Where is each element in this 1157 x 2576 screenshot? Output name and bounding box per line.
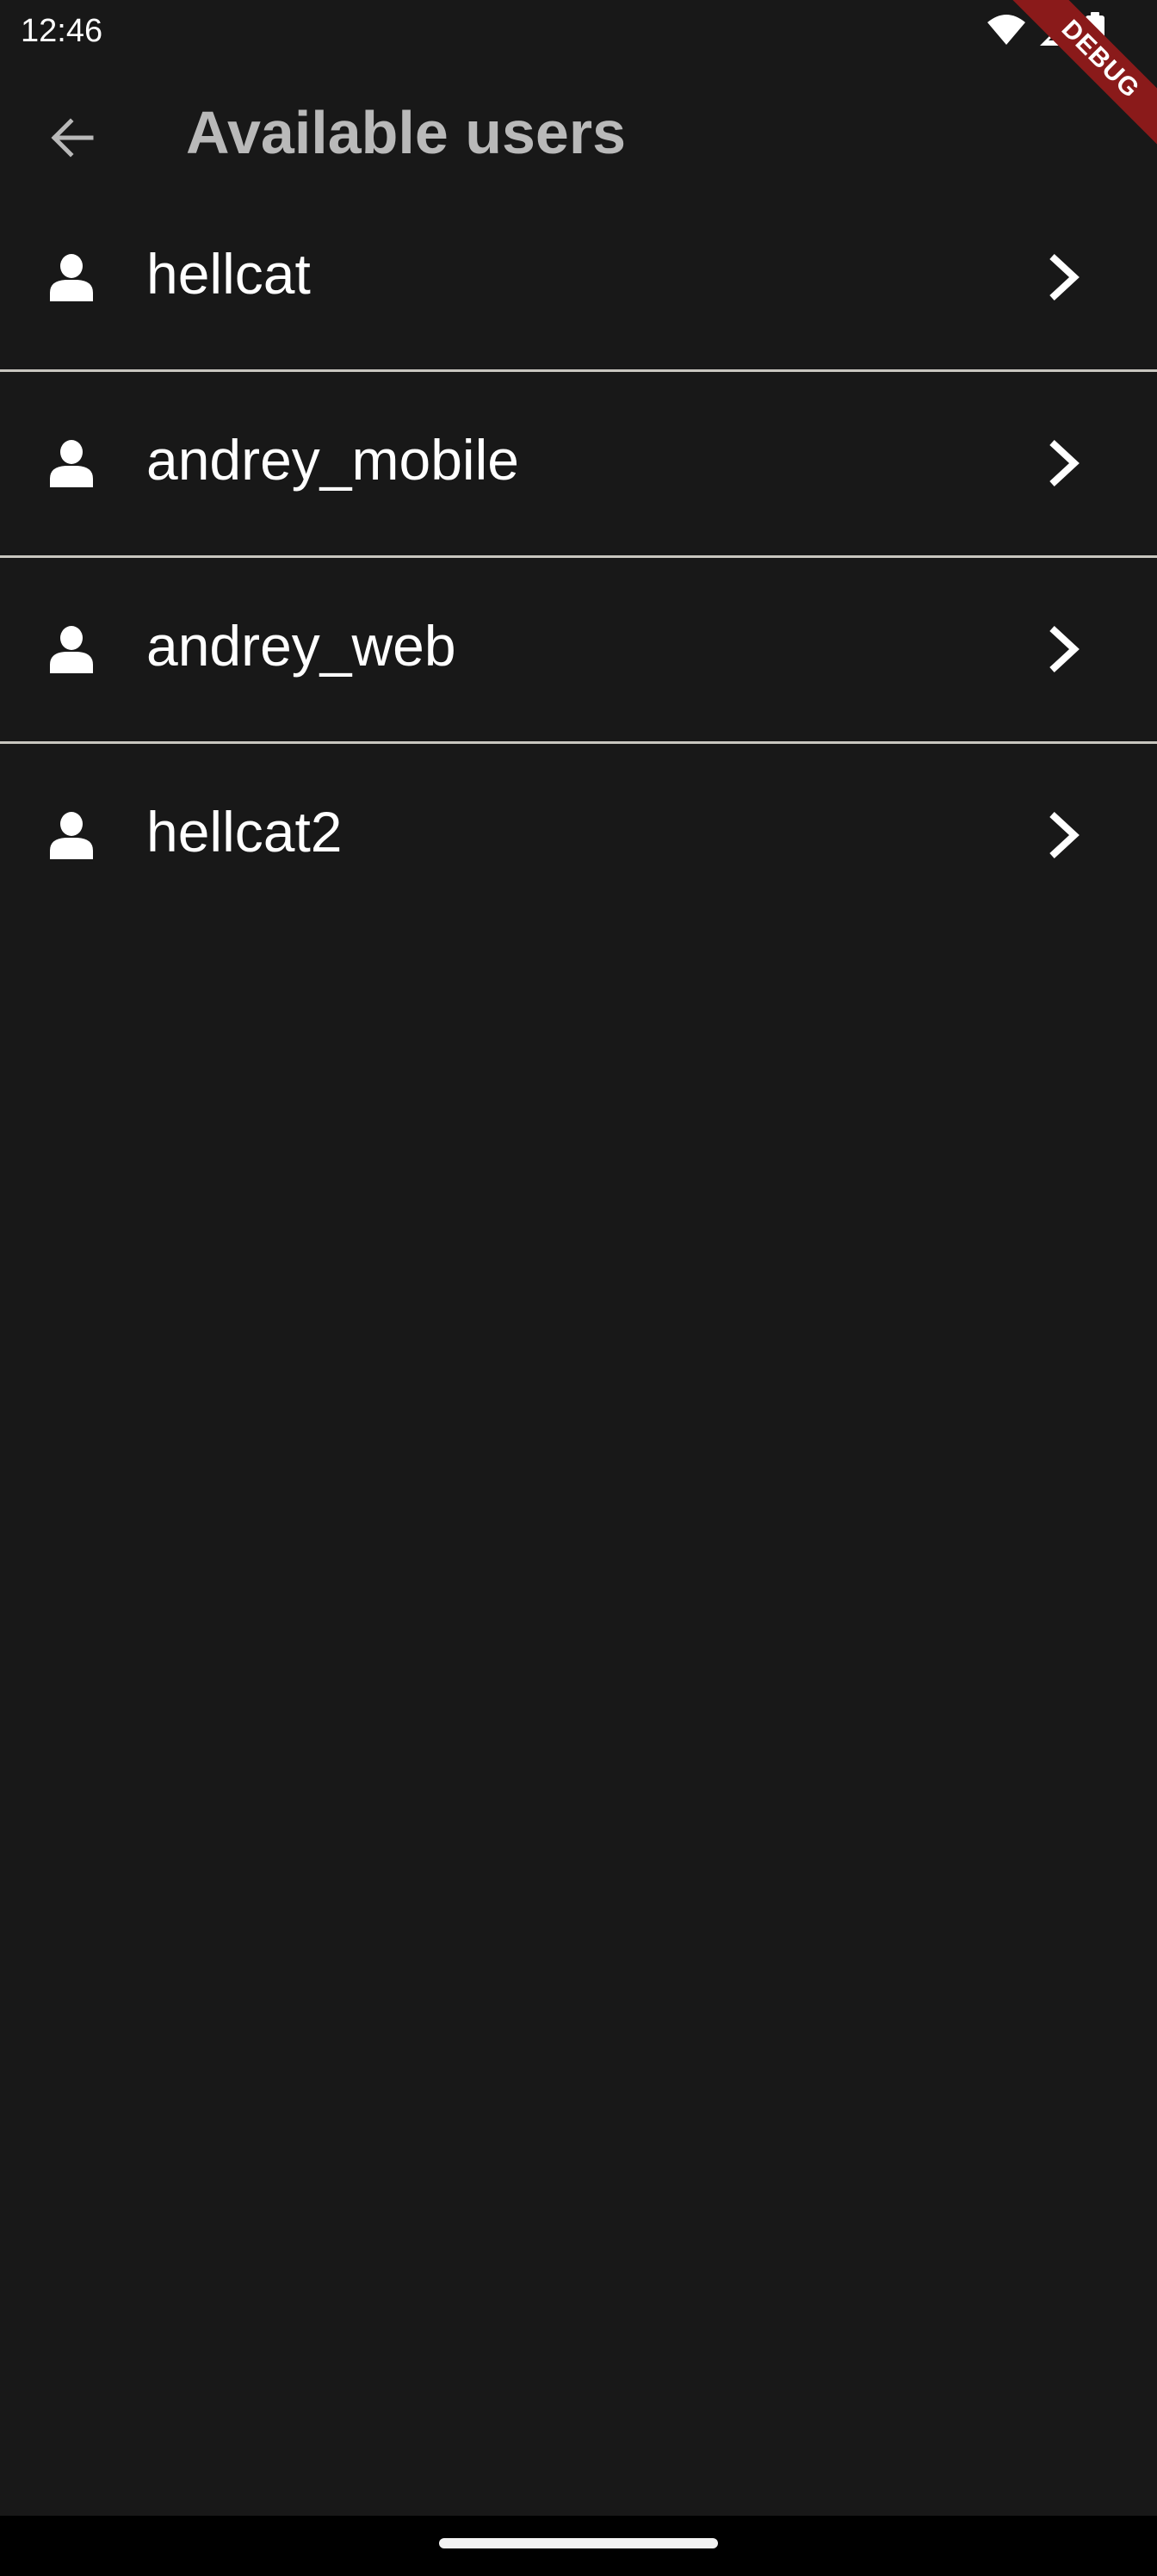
chevron-right-icon [1049,626,1080,672]
person-icon [50,440,93,487]
wifi-icon [987,15,1025,45]
page-title: Available users [186,99,627,166]
status-time: 12:46 [21,13,103,49]
app-bar: Available users [0,65,1157,203]
person-icon [50,626,93,673]
home-indicator[interactable] [439,2538,718,2548]
system-nav-bar [0,2516,1157,2576]
person-icon [50,812,93,859]
user-list-item-andrey-mobile[interactable]: andrey_mobile [0,372,1157,558]
user-list-item-andrey-web[interactable]: andrey_web [0,558,1157,744]
arrow-back-icon [51,118,94,158]
user-list-item-hellcat2[interactable]: hellcat2 [0,744,1157,930]
back-button[interactable] [38,103,107,172]
chevron-right-icon [1049,440,1080,486]
chevron-right-icon [1049,254,1080,300]
status-bar: 12:46 [0,0,1157,65]
cellular-signal-icon [1040,15,1071,46]
chevron-right-icon [1049,812,1080,858]
user-name: andrey_mobile [146,428,519,492]
status-icons [987,12,1105,48]
battery-icon [1086,12,1104,48]
user-list: hellcat andrey_mobile andrey_web hellcat… [0,186,1157,930]
user-name: andrey_web [146,614,456,678]
user-list-item-hellcat[interactable]: hellcat [0,186,1157,372]
person-icon [50,254,93,301]
user-name: hellcat [146,242,311,306]
user-name: hellcat2 [146,800,343,864]
